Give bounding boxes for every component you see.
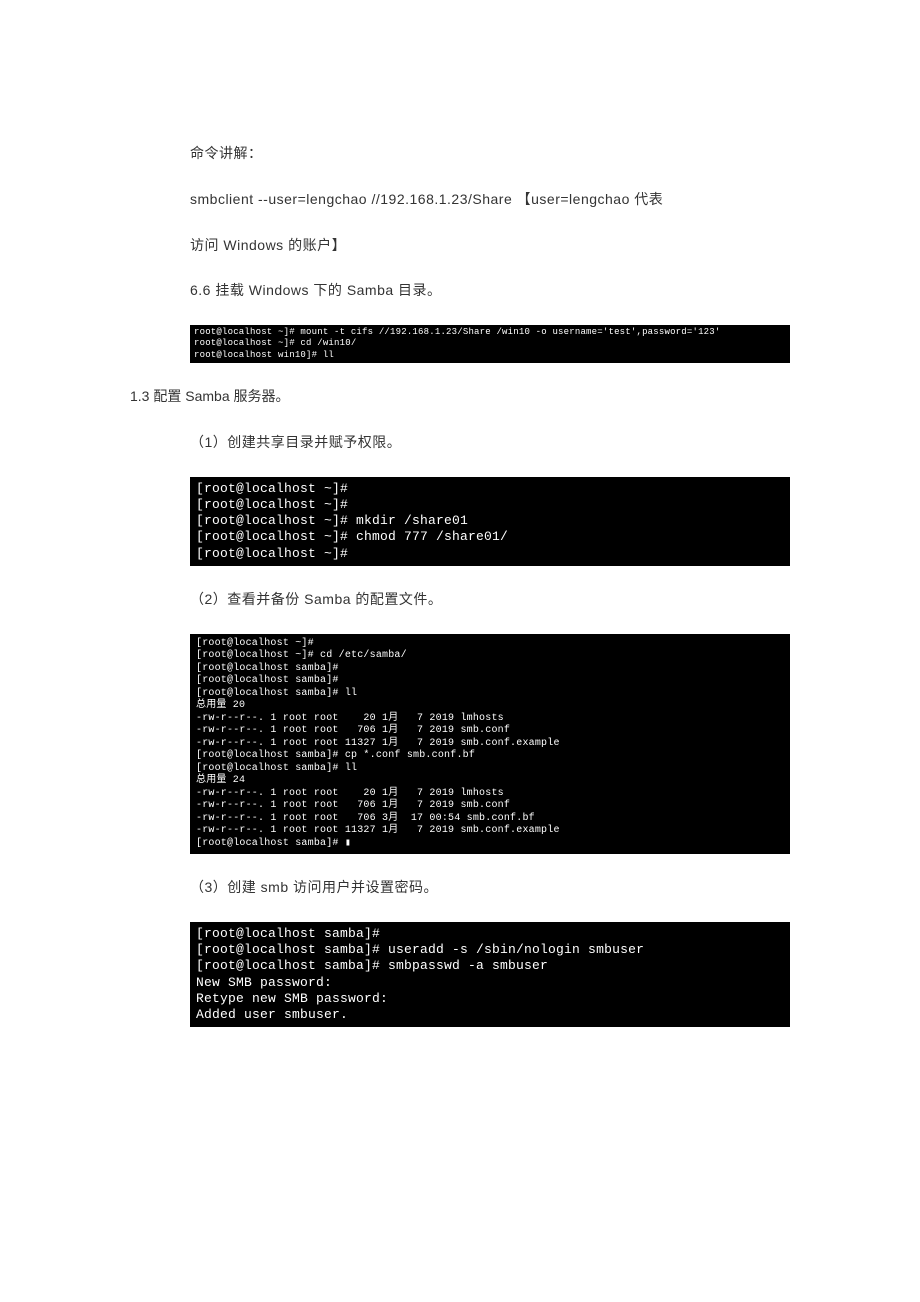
terminal-backup-config-text: [root@localhost ~]# [root@localhost ~]# … [196, 638, 560, 849]
smbclient-command-text: smbclient --user=lengchao //192.168.1.23… [190, 188, 790, 212]
terminal-backup-config: [root@localhost ~]# [root@localhost ~]# … [190, 634, 790, 855]
document-page: 命令讲解： smbclient --user=lengchao //192.16… [0, 0, 920, 1149]
section-1-3-heading: 1.3 配置 Samba 服务器。 [130, 385, 790, 409]
terminal-create-smbuser: [root@localhost samba]# [root@localhost … [190, 922, 790, 1028]
section-6-6-heading: 6.6 挂载 Windows 下的 Samba 目录。 [190, 279, 790, 303]
cursor-icon: ▮ [345, 838, 351, 849]
visit-windows-text: 访问 Windows 的账户】 [190, 234, 790, 258]
terminal-mount-cifs: root@localhost ~]# mount -t cifs //192.1… [190, 325, 790, 363]
step-1-heading: （1）创建共享目录并赋予权限。 [190, 431, 790, 455]
terminal-create-share-dir: [root@localhost ~]# [root@localhost ~]# … [190, 477, 790, 566]
step-2-heading: （2）查看并备份 Samba 的配置文件。 [190, 588, 790, 612]
command-explanation-heading: 命令讲解： [190, 142, 790, 166]
step-3-heading: （3）创建 smb 访问用户并设置密码。 [190, 876, 790, 900]
